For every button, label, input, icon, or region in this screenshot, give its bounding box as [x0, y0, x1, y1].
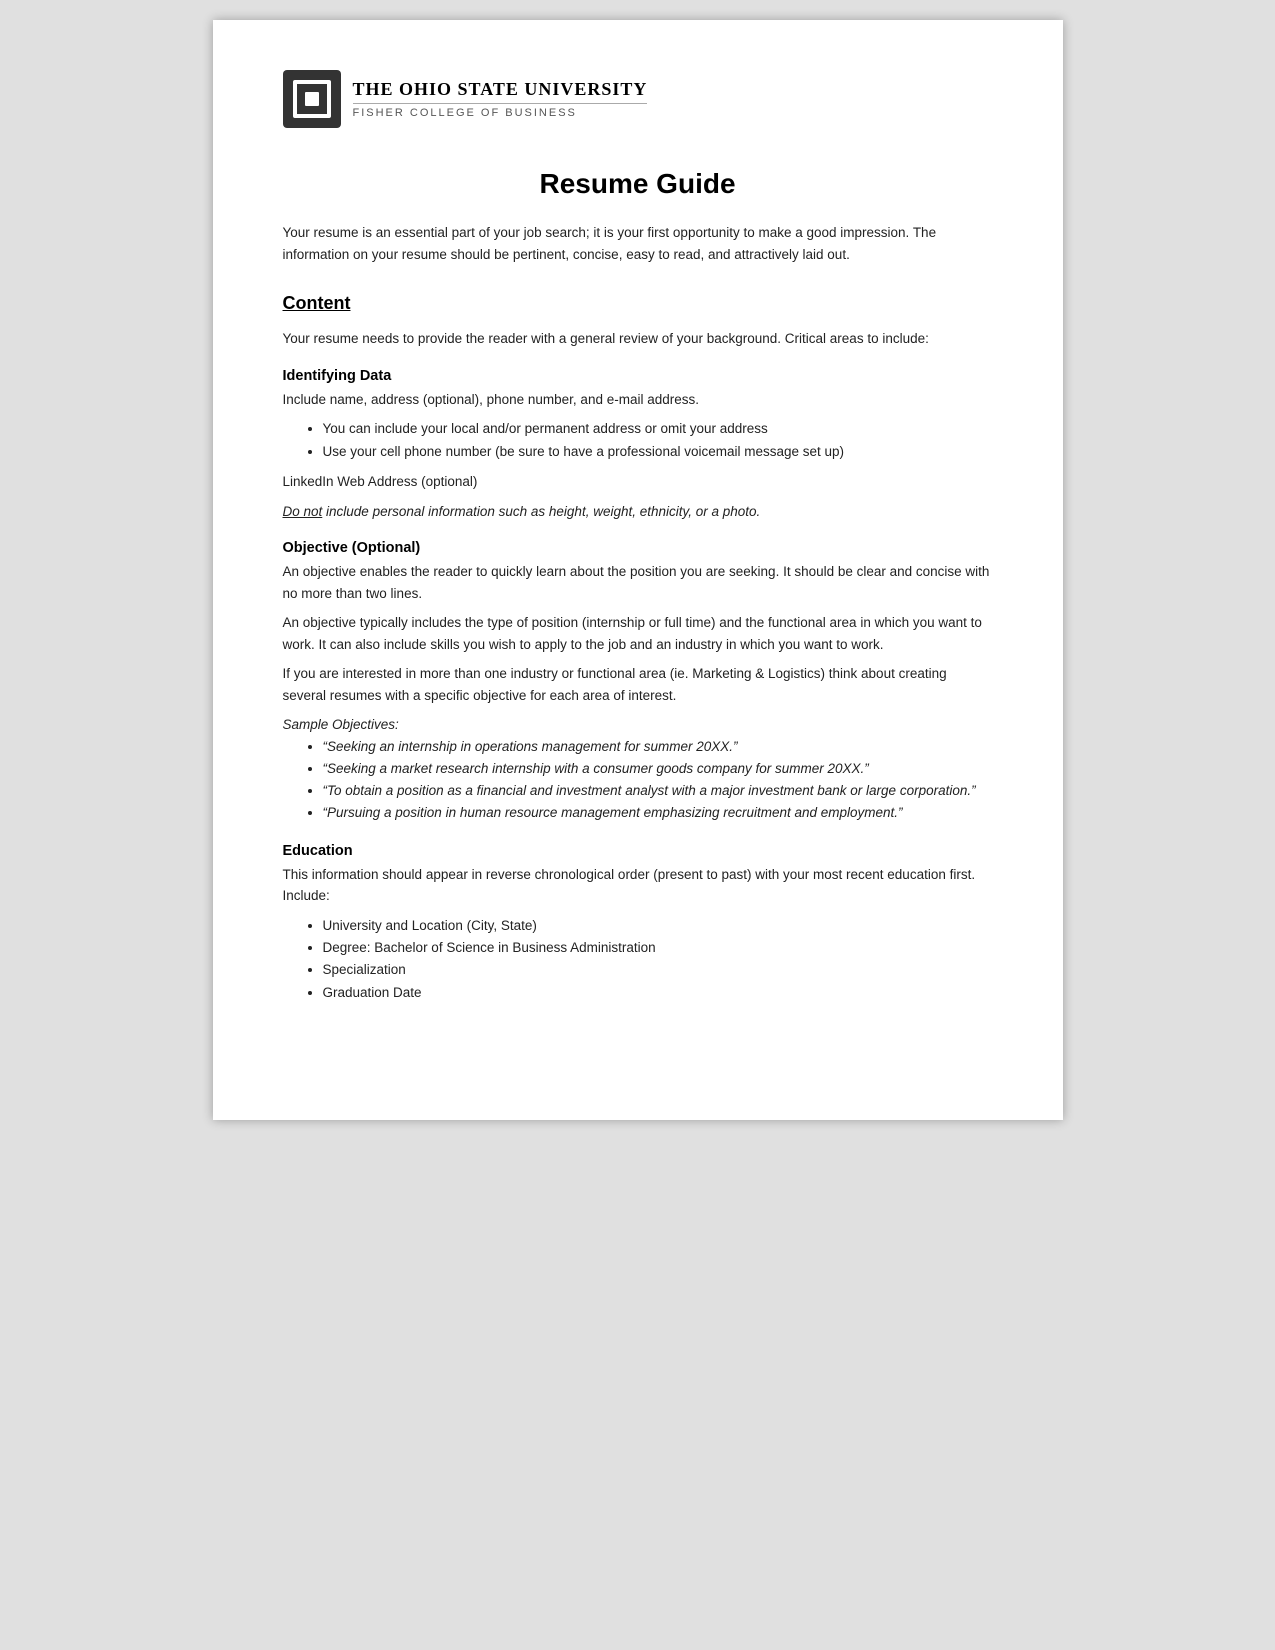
- list-item: Degree: Bachelor of Science in Business …: [323, 937, 993, 959]
- list-item: Specialization: [323, 959, 993, 981]
- objective-para3: If you are interested in more than one i…: [283, 663, 993, 706]
- page-title: Resume Guide: [283, 168, 993, 200]
- list-item: Graduation Date: [323, 982, 993, 1004]
- do-not-label: Do not: [283, 504, 323, 519]
- objective-para1: An objective enables the reader to quick…: [283, 561, 993, 604]
- sample-objectives-list: “Seeking an internship in operations man…: [323, 736, 993, 825]
- do-not-text: Do not include personal information such…: [283, 501, 993, 523]
- list-item: “Pursuing a position in human resource m…: [323, 802, 993, 824]
- education-para1: This information should appear in revers…: [283, 864, 993, 907]
- content-intro: Your resume needs to provide the reader …: [283, 328, 993, 350]
- do-not-rest: include personal information such as hei…: [322, 504, 760, 519]
- resume-guide-page: The Ohio State University Fisher College…: [213, 20, 1063, 1120]
- college-name: Fisher College of Business: [353, 103, 648, 119]
- linkedin-text: LinkedIn Web Address (optional): [283, 471, 993, 493]
- objective-heading: Objective (Optional): [283, 540, 993, 556]
- list-item: “Seeking an internship in operations man…: [323, 736, 993, 758]
- identifying-data-text: Include name, address (optional), phone …: [283, 389, 993, 411]
- list-item: “Seeking a market research internship wi…: [323, 758, 993, 780]
- university-name: The Ohio State University: [353, 79, 648, 100]
- objective-para2: An objective typically includes the type…: [283, 612, 993, 655]
- university-logo-icon: [283, 70, 341, 128]
- sample-label: Sample Objectives:: [283, 717, 993, 732]
- logo-text: The Ohio State University Fisher College…: [353, 79, 648, 119]
- identifying-data-bullets: You can include your local and/or perman…: [323, 418, 993, 463]
- education-heading: Education: [283, 843, 993, 859]
- education-bullets: University and Location (City, State) De…: [323, 915, 993, 1004]
- intro-paragraph: Your resume is an essential part of your…: [283, 222, 993, 265]
- list-item: University and Location (City, State): [323, 915, 993, 937]
- content-heading: Content: [283, 293, 993, 314]
- logo-container: The Ohio State University Fisher College…: [283, 70, 648, 128]
- identifying-data-heading: Identifying Data: [283, 368, 993, 384]
- list-item: Use your cell phone number (be sure to h…: [323, 441, 993, 463]
- list-item: You can include your local and/or perman…: [323, 418, 993, 440]
- list-item: “To obtain a position as a financial and…: [323, 780, 993, 802]
- page-header: The Ohio State University Fisher College…: [283, 70, 993, 138]
